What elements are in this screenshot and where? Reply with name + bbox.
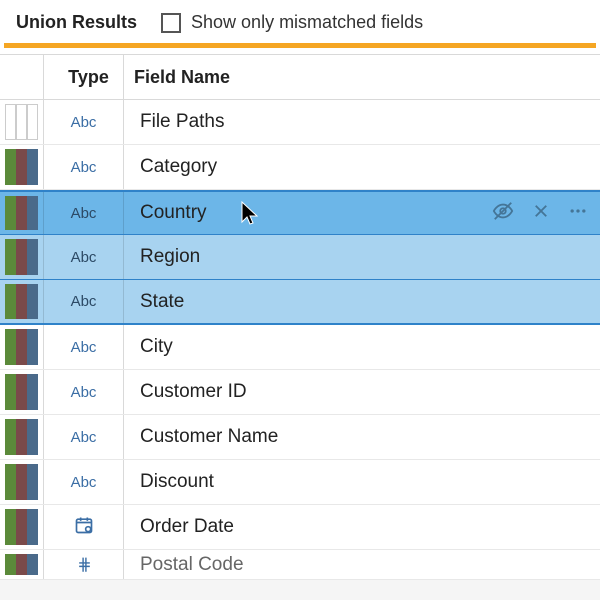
stripe-icon bbox=[16, 104, 27, 140]
stripe-icon bbox=[5, 554, 16, 575]
panel-title: Union Results bbox=[16, 12, 137, 33]
source-stripes bbox=[0, 460, 44, 504]
stripe-icon bbox=[5, 464, 16, 500]
field-type[interactable]: Abc bbox=[44, 235, 124, 279]
stripe-icon bbox=[16, 554, 27, 575]
stripe-icon bbox=[27, 464, 38, 500]
stripe-icon bbox=[16, 464, 27, 500]
source-stripes bbox=[0, 145, 44, 189]
row-actions bbox=[492, 192, 588, 234]
fields-table: Type Field Name AbcFile PathsAbcCategory… bbox=[0, 54, 600, 580]
source-stripes bbox=[0, 370, 44, 414]
column-header-type[interactable]: Type bbox=[44, 55, 124, 99]
stripe-icon bbox=[5, 509, 16, 545]
field-name: Customer ID bbox=[124, 370, 600, 414]
table-row[interactable]: AbcCountry bbox=[0, 190, 600, 235]
field-name: Order Date bbox=[124, 505, 600, 549]
stripe-icon bbox=[27, 239, 38, 275]
panel-header: Union Results Show only mismatched field… bbox=[0, 0, 600, 43]
field-name: Region bbox=[124, 235, 600, 279]
stripe-icon bbox=[16, 284, 27, 319]
table-row[interactable]: Order Date bbox=[0, 505, 600, 550]
table-row[interactable]: AbcCity bbox=[0, 325, 600, 370]
source-stripes bbox=[0, 192, 44, 234]
field-name: Postal Code bbox=[124, 550, 600, 579]
table-row[interactable]: AbcState bbox=[0, 280, 600, 325]
stripe-icon bbox=[27, 554, 38, 575]
union-results-panel: Union Results Show only mismatched field… bbox=[0, 0, 600, 580]
column-header-field-name[interactable]: Field Name bbox=[124, 55, 600, 99]
source-stripes bbox=[0, 325, 44, 369]
number-icon: ⋕ bbox=[77, 555, 89, 575]
column-header-color[interactable] bbox=[0, 55, 44, 99]
stripe-icon bbox=[5, 149, 16, 185]
stripe-icon bbox=[27, 196, 38, 230]
field-name: Category bbox=[124, 145, 600, 189]
field-type[interactable]: Abc bbox=[44, 280, 124, 323]
stripe-icon bbox=[5, 374, 16, 410]
field-type[interactable]: Abc bbox=[44, 460, 124, 504]
table-header-row: Type Field Name bbox=[0, 54, 600, 100]
field-type[interactable]: ⋕ bbox=[44, 550, 124, 579]
show-mismatched-toggle[interactable]: Show only mismatched fields bbox=[161, 12, 423, 33]
stripe-icon bbox=[5, 419, 16, 455]
stripe-icon bbox=[27, 149, 38, 185]
accent-bar bbox=[4, 43, 596, 48]
field-type[interactable] bbox=[44, 505, 124, 549]
stripe-icon bbox=[27, 329, 38, 365]
hide-icon[interactable] bbox=[492, 200, 514, 227]
stripe-icon bbox=[16, 329, 27, 365]
field-type[interactable]: Abc bbox=[44, 325, 124, 369]
table-row[interactable]: AbcCustomer ID bbox=[0, 370, 600, 415]
field-type[interactable]: Abc bbox=[44, 370, 124, 414]
table-row[interactable]: AbcDiscount bbox=[0, 460, 600, 505]
checkbox-icon bbox=[161, 13, 181, 33]
stripe-icon bbox=[16, 239, 27, 275]
stripe-icon bbox=[16, 149, 27, 185]
stripe-icon bbox=[27, 419, 38, 455]
table-row[interactable]: ⋕ Postal Code bbox=[0, 550, 600, 580]
stripe-icon bbox=[5, 104, 16, 140]
field-type[interactable]: Abc bbox=[44, 415, 124, 459]
stripe-icon bbox=[5, 329, 16, 365]
field-name: Customer Name bbox=[124, 415, 600, 459]
source-stripes bbox=[0, 505, 44, 549]
stripe-icon bbox=[5, 196, 16, 230]
stripe-icon bbox=[27, 374, 38, 410]
source-stripes bbox=[0, 280, 44, 323]
field-name: State bbox=[124, 280, 600, 323]
stripe-icon bbox=[27, 104, 38, 140]
table-row[interactable]: AbcRegion bbox=[0, 235, 600, 280]
stripe-icon bbox=[27, 509, 38, 545]
stripe-icon bbox=[16, 196, 27, 230]
field-name: Discount bbox=[124, 460, 600, 504]
stripe-icon bbox=[5, 284, 16, 319]
source-stripes bbox=[0, 415, 44, 459]
stripe-icon bbox=[16, 419, 27, 455]
stripe-icon bbox=[16, 509, 27, 545]
stripe-icon bbox=[5, 239, 16, 275]
table-row[interactable]: AbcCustomer Name bbox=[0, 415, 600, 460]
stripe-icon bbox=[16, 374, 27, 410]
field-name: File Paths bbox=[124, 100, 600, 144]
stripe-icon bbox=[27, 284, 38, 319]
field-name: City bbox=[124, 325, 600, 369]
field-type[interactable]: Abc bbox=[44, 192, 124, 234]
calendar-icon bbox=[74, 515, 94, 540]
field-type[interactable]: Abc bbox=[44, 100, 124, 144]
table-row[interactable]: AbcCategory bbox=[0, 145, 600, 190]
table-row[interactable]: AbcFile Paths bbox=[0, 100, 600, 145]
source-stripes bbox=[0, 235, 44, 279]
source-stripes bbox=[0, 550, 44, 579]
more-icon[interactable] bbox=[568, 201, 588, 226]
field-type[interactable]: Abc bbox=[44, 145, 124, 189]
source-stripes bbox=[0, 100, 44, 144]
checkbox-label: Show only mismatched fields bbox=[191, 12, 423, 33]
close-icon[interactable] bbox=[532, 202, 550, 225]
